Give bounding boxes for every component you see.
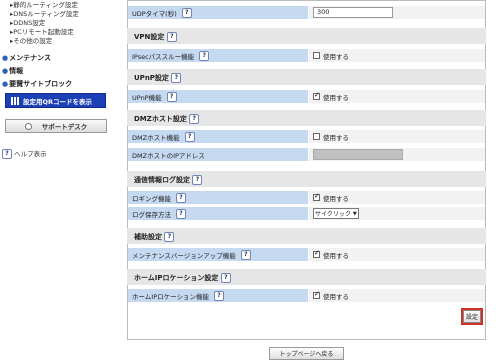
upnp-row: UPnP機能? 使用する xyxy=(128,90,485,103)
question-icon[interactable]: ? xyxy=(189,114,200,124)
log-method-select[interactable]: サイクリック ▼ xyxy=(313,208,359,219)
vpn-section-title: VPN設定 ? xyxy=(134,32,177,42)
homeip-row: ホームIPロケーション機能? 使用する xyxy=(128,289,485,302)
support-desk-label: サポートデスク xyxy=(41,123,88,131)
dmz-ip-input[interactable] xyxy=(313,149,403,160)
circle-icon xyxy=(24,122,32,130)
question-icon[interactable]: ? xyxy=(220,273,231,283)
qr-code-button[interactable]: 設定用QRコードを表示 xyxy=(5,93,106,108)
dmz-host-checkbox[interactable] xyxy=(313,133,320,140)
logging-checkbox[interactable] xyxy=(313,192,320,201)
homeip-option-label: 使用する xyxy=(323,292,349,301)
dmz-ip-label: DMZホストのIPアドレス xyxy=(132,151,205,160)
upnp-label: UPnP機能 xyxy=(132,93,162,102)
ipsec-option-label: 使用する xyxy=(323,52,349,61)
settings-apply-label: 設定 xyxy=(463,310,481,323)
logging-label: ロギング機能 xyxy=(132,194,171,203)
upnp-section-title: UPnP設定 ? xyxy=(134,73,182,83)
dmz-option-label: 使用する xyxy=(323,133,349,142)
bullet-icon: ● xyxy=(2,54,9,62)
maintenance-update-label: メンテナンスバージョンアップ機能 xyxy=(132,251,236,260)
log-section-title: 通信情報ログ設定 ? xyxy=(134,175,203,185)
sidebar: ▸静的ルーティング設定 ▸DNSルーティング設定 ▸DDNS設定 ▸PCリモート… xyxy=(0,0,122,361)
dmz-host-row: DMZホスト機能? 使用する xyxy=(128,130,485,143)
dmz-section-title: DMZホスト設定 ? xyxy=(134,114,200,124)
maintenance-option-label: 使用する xyxy=(323,251,349,260)
udp-timer-input[interactable]: 300 xyxy=(313,7,393,18)
sidebar-section-label: メンテナンス xyxy=(9,54,51,62)
aux-section-title: 補助設定 ? xyxy=(134,232,175,242)
sidebar-section-label: 情報 xyxy=(9,67,24,75)
homeip-label: ホームIPロケーション機能 xyxy=(132,292,210,301)
logging-row: ロギング機能? 使用する xyxy=(128,191,485,204)
sidebar-section-label: 要賛サイトブロック xyxy=(9,80,73,88)
dmz-ip-row: DMZホストのIPアドレス xyxy=(128,148,485,161)
question-icon[interactable]: ? xyxy=(171,73,182,83)
logging-option-label: 使用する xyxy=(323,194,349,203)
bullet-icon: ● xyxy=(2,80,9,88)
chevron-down-icon: ▼ xyxy=(352,210,357,217)
help-toggle[interactable]: ? ヘルプ表示 xyxy=(2,148,47,159)
upnp-checkbox[interactable] xyxy=(313,91,320,100)
question-icon[interactable]: ? xyxy=(164,232,175,242)
question-icon[interactable]: ? xyxy=(176,192,186,203)
qr-code-icon xyxy=(11,96,19,105)
udp-timer-label: UDPタイマ(秒) xyxy=(132,9,177,18)
settings-apply-button[interactable]: 設定 xyxy=(461,308,483,325)
maintenance-update-row: メンテナンスバージョンアップ機能? 使用する xyxy=(128,248,485,261)
log-method-row: ログ保存方法? サイクリック ▼ xyxy=(128,207,485,220)
dmz-host-label: DMZホスト機能 xyxy=(132,133,180,142)
qr-code-button-label: 設定用QRコードを表示 xyxy=(23,97,93,106)
log-method-label: ログ保存方法 xyxy=(132,210,171,219)
sidebar-section-maintenance[interactable]: ●メンテナンス xyxy=(2,53,51,63)
support-desk-button[interactable]: サポートデスク xyxy=(5,119,107,133)
question-icon: ? xyxy=(2,149,12,159)
question-icon[interactable]: ? xyxy=(166,91,177,102)
question-icon[interactable]: ? xyxy=(214,290,225,301)
question-icon[interactable]: ? xyxy=(176,208,186,219)
question-icon[interactable]: ? xyxy=(184,131,195,142)
help-label: ヘルプ表示 xyxy=(14,150,47,158)
maintenance-update-checkbox[interactable] xyxy=(313,249,320,258)
ipsec-checkbox[interactable] xyxy=(313,52,320,59)
question-icon[interactable]: ? xyxy=(181,7,192,18)
homeip-checkbox[interactable] xyxy=(313,290,320,299)
ipsec-label: IPsecパススルー機能 xyxy=(132,52,195,61)
back-to-top-button[interactable]: トップページへ戻る xyxy=(269,347,344,360)
sidebar-item-pc-wake[interactable]: ▸PCリモート起動設定 xyxy=(10,28,74,36)
upnp-option-label: 使用する xyxy=(323,93,349,102)
sidebar-item-static-routing[interactable]: ▸静的ルーティング設定 xyxy=(10,1,78,9)
question-icon[interactable]: ? xyxy=(192,175,203,185)
udp-timer-row: UDPタイマ(秒) ? 300 xyxy=(128,6,485,19)
homeip-section-title: ホームIPロケーション設定 ? xyxy=(134,273,231,283)
question-icon[interactable]: ? xyxy=(199,50,210,61)
sidebar-section-site-block[interactable]: ●要賛サイトブロック xyxy=(2,79,72,89)
sidebar-section-info[interactable]: ●情報 xyxy=(2,66,23,76)
sidebar-item-ddns[interactable]: ▸DDNS設定 xyxy=(10,19,45,27)
question-icon[interactable]: ? xyxy=(240,249,251,260)
ipsec-row: IPsecパススルー機能? 使用する xyxy=(128,49,485,62)
question-icon[interactable]: ? xyxy=(166,32,177,42)
sidebar-item-other-settings[interactable]: ▸その他の設定 xyxy=(10,37,52,45)
sidebar-item-dns-routing[interactable]: ▸DNSルーティング設定 xyxy=(10,10,79,18)
bullet-icon: ● xyxy=(2,67,9,75)
